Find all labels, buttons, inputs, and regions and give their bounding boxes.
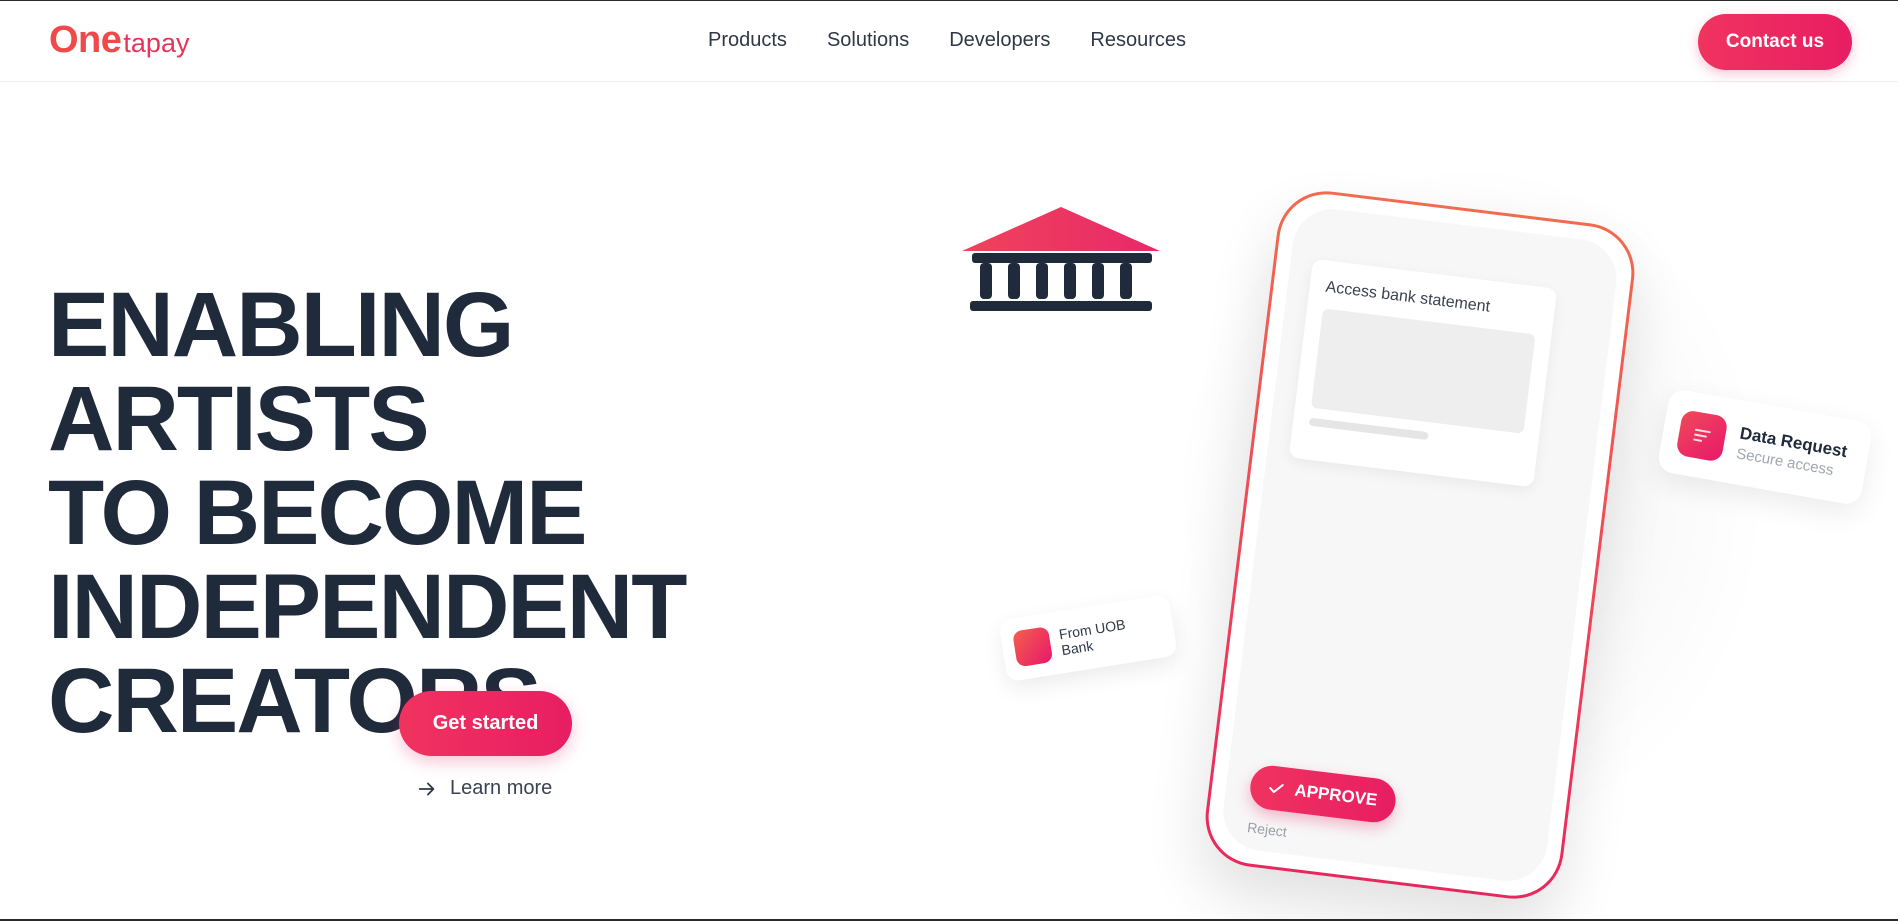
statement-placeholder [1310,308,1536,434]
contact-us-button[interactable]: Contact us [1698,14,1852,70]
main-nav: Products Solutions Developers Resources [708,29,1186,52]
statement-line [1308,417,1429,441]
site-header: One tapay Products Solutions Developers … [0,1,1898,82]
logo-main: One [49,19,122,61]
learn-more-label: Learn more [450,777,553,799]
nav-item-products[interactable]: Products [708,29,787,52]
approve-label: APPROVE [1293,780,1379,810]
nav-item-resources[interactable]: Resources [1090,29,1186,52]
get-started-button[interactable]: Get started [399,691,572,756]
phone-screen: Access bank statement APPROVE Reject [1218,204,1622,886]
reject-link[interactable]: Reject [1246,819,1287,840]
hero-title-line: INDEPENDENT [48,556,687,658]
approve-button[interactable]: APPROVE [1247,763,1399,825]
document-lines-icon [1675,409,1729,463]
bank-statement-card: Access bank statement [1288,258,1558,488]
logo[interactable]: One tapay [49,19,189,62]
learn-more-link[interactable]: Learn more [416,777,552,800]
hero-title: ENABLING ARTISTS TO BECOME INDEPENDENT C… [48,278,908,748]
hero-title-line: ENABLING ARTISTS [48,274,514,470]
check-icon [1269,784,1285,794]
nav-item-solutions[interactable]: Solutions [827,29,909,52]
data-request-text: Data Request Secure access [1735,423,1849,480]
logo-suffix: tapay [123,28,190,58]
nav-item-developers[interactable]: Developers [949,29,1050,52]
arrow-right-icon [418,782,435,795]
bank-square-icon [1012,626,1054,668]
uob-bank-label: From UOB Bank [1057,616,1127,659]
hero-title-line: TO BECOME [48,462,587,564]
